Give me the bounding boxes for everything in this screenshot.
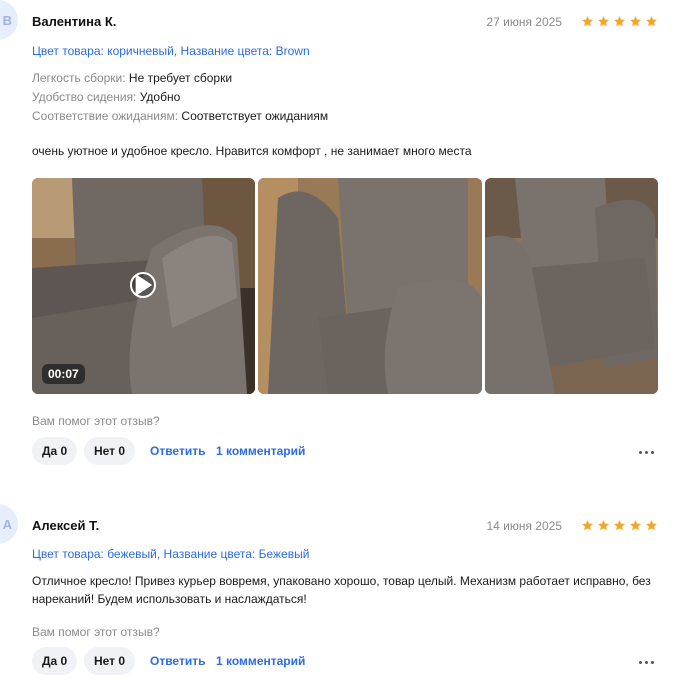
review-date: 27 июня 2025 [486, 15, 562, 29]
comments-link[interactable]: 1 комментарий [216, 444, 305, 458]
review-photo[interactable] [258, 178, 482, 394]
star-icon [614, 16, 625, 27]
review-photo[interactable] [485, 178, 658, 394]
vote-yes-button[interactable]: Да 0 [32, 647, 78, 675]
reply-link[interactable]: Ответить [150, 654, 205, 668]
rating-stars [581, 15, 658, 28]
review-text: очень уютное и удобное кресло. Нравится … [32, 144, 472, 158]
star-icon [646, 16, 657, 27]
review-author[interactable]: Алексей Т. [32, 518, 99, 533]
armchair-photo [485, 178, 658, 394]
reply-link[interactable]: Ответить [150, 444, 205, 458]
attribute-key: Легкость сборки: [32, 71, 126, 85]
attribute-value: Не требует сборки [128, 71, 233, 85]
armchair-photo [258, 178, 482, 394]
helpful-question: Вам помог этот отзыв? [32, 414, 160, 428]
product-variant: Цвет товара: коричневый, Название цвета:… [32, 44, 310, 58]
star-icon [598, 520, 609, 531]
avatar: В [0, 0, 18, 40]
review-date: 14 июня 2025 [486, 519, 562, 533]
helpful-question: Вам помог этот отзыв? [32, 625, 160, 639]
vote-no-button[interactable]: Нет 0 [84, 647, 136, 675]
video-duration: 00:07 [42, 364, 85, 384]
attribute-value: Удобно [139, 90, 181, 104]
more-dots-icon[interactable] [639, 451, 654, 454]
review-text: Отличное кресло! Привез курьер вовремя, … [32, 574, 651, 606]
star-icon [630, 16, 641, 27]
review-video-thumbnail[interactable]: 00:07 [32, 178, 255, 394]
play-icon[interactable] [130, 272, 156, 298]
star-icon [614, 520, 625, 531]
avatar: А [0, 504, 18, 544]
vote-no-button[interactable]: Нет 0 [84, 437, 136, 465]
star-icon [582, 16, 593, 27]
star-icon [630, 520, 641, 531]
more-dots-icon[interactable] [639, 661, 654, 664]
attribute-key: Удобство сидения: [32, 90, 137, 104]
review-attribute: Удобство сидения: Удобно [32, 90, 180, 104]
review-attribute: Соответствие ожиданиям: Соответствует ож… [32, 109, 328, 123]
review-attribute: Легкость сборки: Не требует сборки [32, 71, 232, 85]
attribute-key: Соответствие ожиданиям: [32, 109, 179, 123]
comments-link[interactable]: 1 комментарий [216, 654, 305, 668]
review-author[interactable]: Валентина К. [32, 14, 116, 29]
star-icon [582, 520, 593, 531]
vote-yes-button[interactable]: Да 0 [32, 437, 78, 465]
star-icon [598, 16, 609, 27]
star-icon [646, 520, 657, 531]
attribute-value: Соответствует ожиданиям [181, 109, 329, 123]
product-variant: Цвет товара: бежевый, Название цвета: Бе… [32, 547, 310, 561]
rating-stars [581, 519, 658, 532]
